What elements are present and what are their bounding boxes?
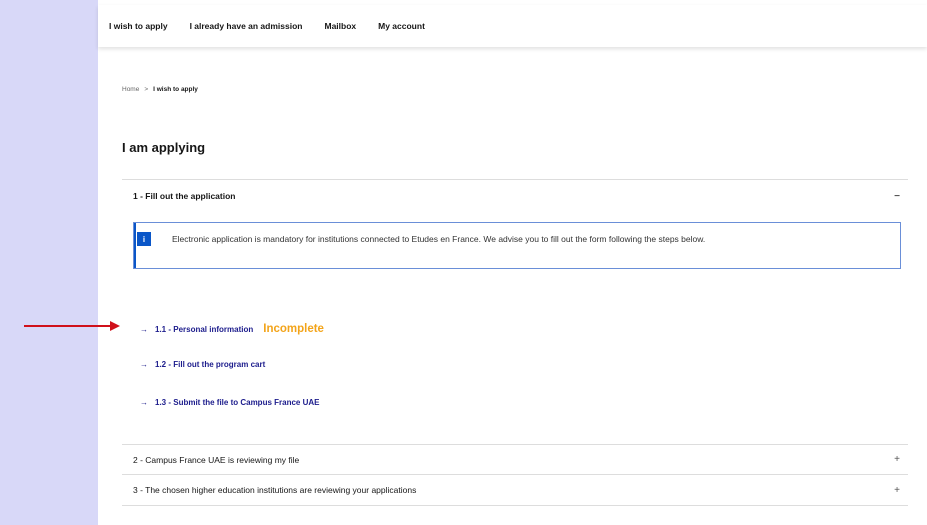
breadcrumb-home[interactable]: Home: [122, 86, 139, 93]
info-notice-text: Electronic application is mandatory for …: [172, 234, 706, 244]
breadcrumb-current: I wish to apply: [153, 86, 198, 93]
expand-icon[interactable]: +: [894, 454, 900, 465]
accordion-section-label: 3 - The chosen higher education institut…: [133, 485, 417, 495]
nav-item-wish-to-apply[interactable]: I wish to apply: [109, 21, 168, 31]
nav-item-my-account[interactable]: My account: [378, 21, 425, 31]
info-notice: i Electronic application is mandatory fo…: [133, 222, 901, 269]
arrow-right-icon: →: [140, 324, 148, 334]
expand-icon[interactable]: +: [894, 485, 900, 496]
accordion-section-label: 2 - Campus France UAE is reviewing my fi…: [133, 454, 300, 465]
accordion-section-label: 1 - Fill out the application: [133, 191, 236, 201]
step-label: 1.3 - Submit the file to Campus France U…: [155, 398, 320, 407]
accordion-section-reviewing-file[interactable]: 2 - Campus France UAE is reviewing my fi…: [122, 444, 908, 474]
collapse-icon[interactable]: −: [894, 191, 900, 202]
info-accent-bar: i: [134, 223, 154, 268]
pointer-arrow-icon: [24, 321, 120, 331]
accordion-section-institutions-reviewing[interactable]: 3 - The chosen higher education institut…: [122, 474, 908, 506]
step-link-personal-information[interactable]: → 1.1 - Personal information Incomplete: [140, 323, 324, 335]
step-label: 1.2 - Fill out the program cart: [155, 360, 266, 369]
breadcrumb: Home > I wish to apply: [122, 86, 198, 93]
top-navigation: I wish to apply I already have an admiss…: [98, 5, 927, 47]
nav-item-already-admission[interactable]: I already have an admission: [190, 21, 303, 31]
info-icon: i: [137, 232, 151, 246]
accordion-section-fill-application[interactable]: 1 - Fill out the application −: [122, 179, 908, 212]
arrow-right-icon: →: [140, 398, 148, 407]
arrow-right-icon: →: [140, 360, 148, 369]
step-link-submit-file[interactable]: → 1.3 - Submit the file to Campus France…: [140, 398, 319, 407]
nav-item-mailbox[interactable]: Mailbox: [324, 21, 356, 31]
breadcrumb-separator: >: [144, 86, 149, 93]
status-badge: Incomplete: [263, 323, 324, 335]
page-title: I am applying: [122, 140, 206, 155]
step-link-program-cart[interactable]: → 1.2 - Fill out the program cart: [140, 360, 265, 369]
step-label: 1.1 - Personal information: [155, 324, 254, 334]
